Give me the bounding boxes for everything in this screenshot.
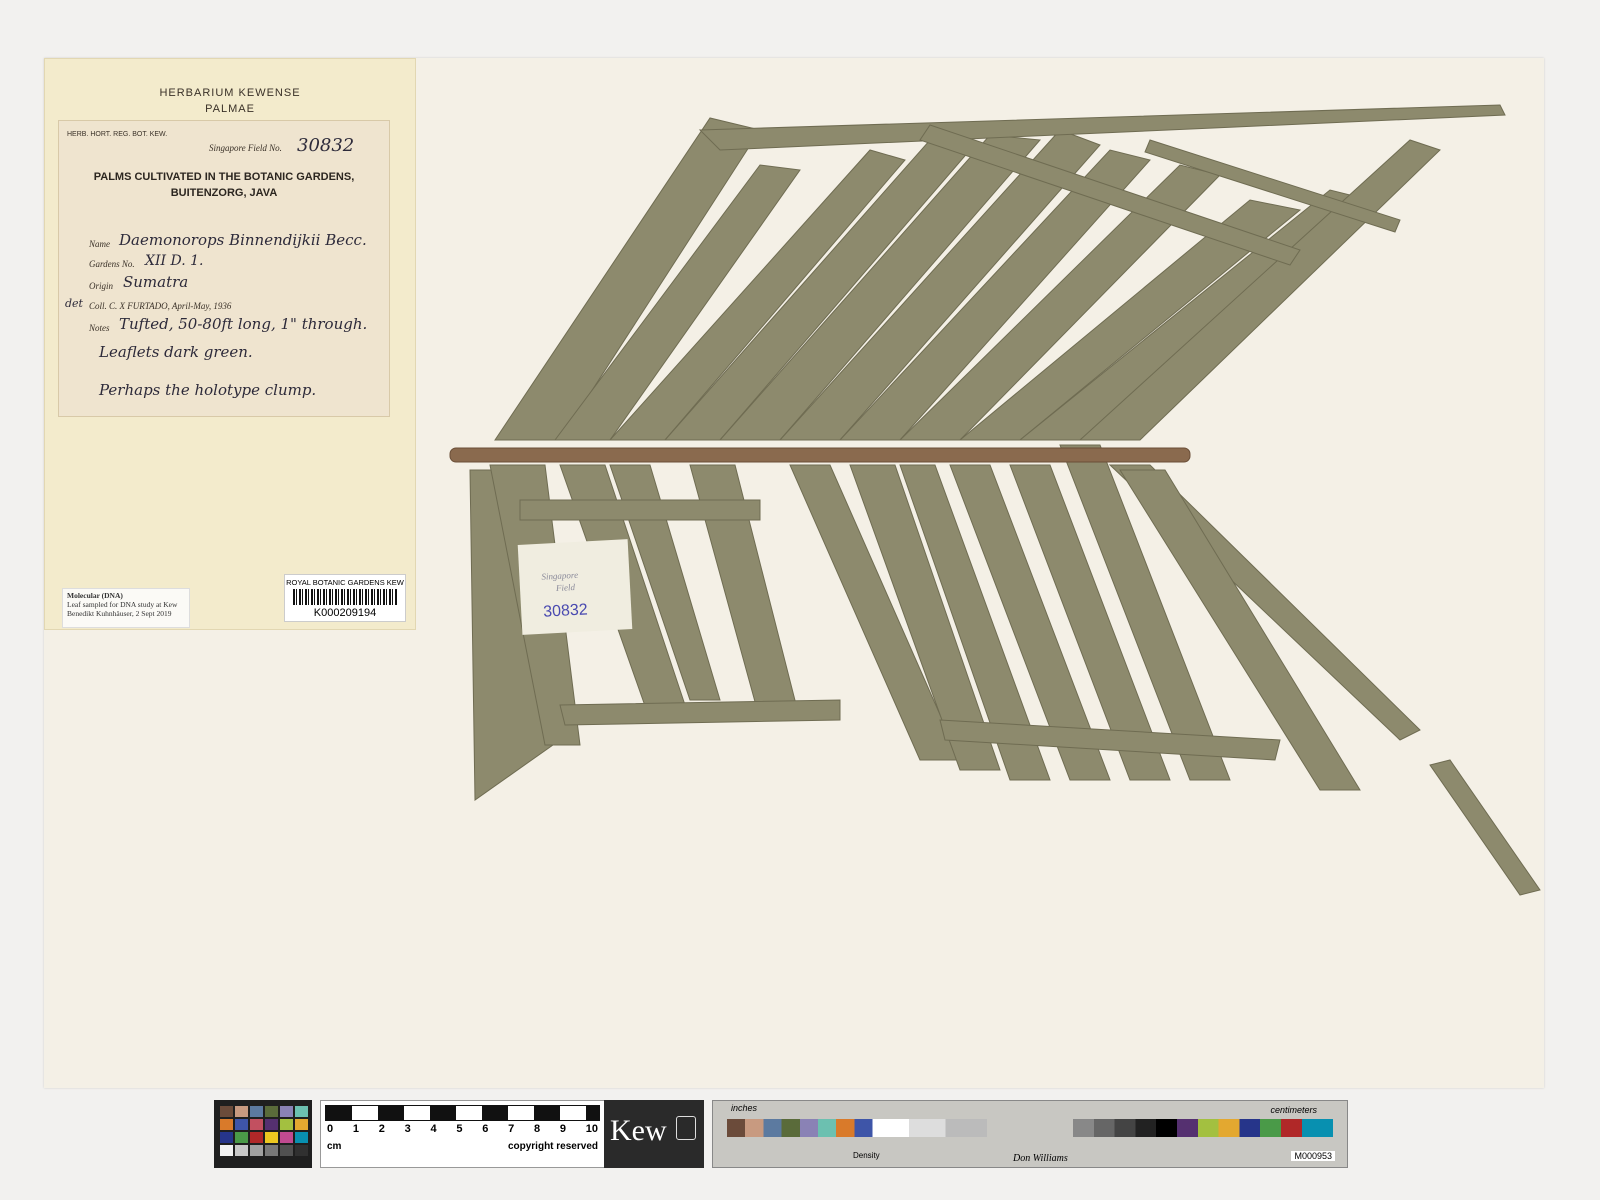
label-title-2: BUITENZORG, JAVA [170,187,278,199]
stamp-line-2: Field [555,582,576,593]
tick-label: 5 [456,1123,463,1135]
tick-label: 1 [352,1123,359,1135]
field-stamp: Singapore Field 30832 [517,539,633,635]
barcode-bars [293,589,397,605]
tick-label: 10 [585,1123,598,1135]
target-patches-left [727,1119,987,1137]
origin: Sumatra [123,273,189,291]
stamp-number: 30832 [542,601,589,621]
color-checker [214,1100,312,1168]
barcode-id: K000209194 [313,607,377,619]
notes-2: Leaflets dark green. [99,343,253,361]
leaflet [1429,759,1541,896]
ruler-bar [325,1105,600,1121]
kew-wordmark: Kew [610,1114,667,1147]
tick-label: 6 [482,1123,489,1135]
color-target: inches centimeters Density Don Williams … [712,1100,1348,1168]
dna-title: Molecular (DNA) [67,591,123,600]
det-mark: det [65,297,83,310]
copyright: copyright reserved [507,1141,598,1152]
barcode-label: ROYAL BOTANIC GARDENS KEW K000209194 [284,574,406,622]
crest-icon [676,1116,696,1140]
tick-label: 4 [430,1123,437,1135]
rachis [449,447,1191,463]
dna-line-2: Benedikt Kuhnhäuser, 2 Sept 2019 [67,609,172,618]
field-no-label: Singapore Field No. [209,143,282,153]
specimen-label: HERB. HORT. REG. BOT. KEW. Singapore Fie… [58,120,390,417]
tick-label: 3 [404,1123,411,1135]
tick-label: 9 [559,1123,566,1135]
notes-1: Tufted, 50-80ft long, 1" through. [119,315,368,333]
origin-label: Origin [89,281,114,291]
reg-text: HERB. HORT. REG. BOT. KEW. [67,131,168,138]
tick-label: 8 [534,1123,541,1135]
label-title-1: PALMS CULTIVATED IN THE BOTANIC GARDENS, [93,171,355,183]
density-label: Density [853,1151,880,1160]
taxon-name: Daemonorops Binnendijkii Becc. [119,231,367,249]
gardens-label: Gardens No. [89,259,135,269]
leaflet [559,699,841,726]
ruler-ticks: 0 1 2 3 4 5 6 7 8 9 10 [327,1123,598,1135]
target-id: M000953 [1291,1151,1335,1161]
tick-label: 2 [378,1123,385,1135]
dna-note: Molecular (DNA) Leaf sampled for DNA stu… [62,588,190,628]
notes-3: Perhaps the holotype clump. [99,381,317,399]
gardens-no: XII D. 1. [145,253,204,269]
herbarium-family: PALMAE [205,103,255,115]
name-label: Name [89,239,110,249]
notes-label: Notes [89,323,110,333]
scale-ruler: 0 1 2 3 4 5 6 7 8 9 10 cm copyright rese… [320,1100,605,1168]
ruler-unit: cm [327,1141,342,1152]
leaflet [698,104,1506,151]
field-no: 30832 [297,135,355,156]
tick-label: 0 [327,1123,334,1135]
color-swatches [214,1100,312,1162]
tick-label: 7 [508,1123,515,1135]
stamp-line-1: Singapore [541,569,579,582]
dna-line-1: Leaf sampled for DNA study at Kew [67,600,178,609]
barcode-institution: ROYAL BOTANIC GARDENS KEW [286,578,404,587]
collector: Coll. C. X FURTADO, April-May, 1936 [89,301,232,311]
target-patches-right [1073,1119,1333,1137]
centimeters-label: centimeters [1270,1105,1317,1115]
kew-logo: Kew [604,1100,704,1168]
herbarium-title: HERBARIUM KEWENSE [159,87,301,99]
inches-label: inches [731,1103,758,1113]
maker-label: Don Williams [1013,1153,1068,1164]
leaflet [519,499,761,521]
